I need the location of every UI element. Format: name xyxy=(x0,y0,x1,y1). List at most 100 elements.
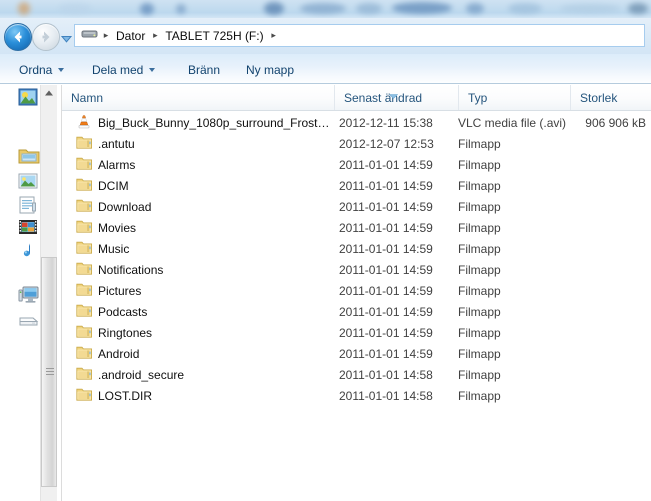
table-row[interactable]: Big_Buck_Bunny_1080p_surround_Frost… 2012… xyxy=(62,112,651,133)
local-disk-icon[interactable] xyxy=(18,313,40,333)
column-header-label: Storlek xyxy=(580,90,618,105)
folder-icon xyxy=(76,366,94,383)
chevron-down-icon xyxy=(60,36,73,43)
music-library-icon[interactable] xyxy=(18,242,40,262)
table-row[interactable]: Music 2011-01-01 14:59 Filmapp xyxy=(62,238,651,259)
scroll-up-arrow-icon[interactable] xyxy=(41,85,57,102)
vlc-media-file-icon xyxy=(76,114,94,131)
table-row[interactable]: LOST.DIR 2011-01-01 14:58 Filmapp xyxy=(62,385,651,406)
file-date-cell: 2011-01-01 14:58 xyxy=(339,367,433,382)
glass-blur-blob xyxy=(176,4,186,14)
table-row[interactable]: Movies 2011-01-01 14:59 Filmapp xyxy=(62,217,651,238)
file-name-cell: .antutu xyxy=(98,136,135,151)
user-picture-icon[interactable] xyxy=(18,88,40,108)
file-date-cell: 2012-12-07 12:53 xyxy=(339,136,434,151)
navigation-pane-scrollbar[interactable] xyxy=(40,85,57,501)
file-type-cell: Filmapp xyxy=(458,157,501,172)
table-row[interactable]: Ringtones 2011-01-01 14:59 Filmapp xyxy=(62,322,651,343)
chevron-down-icon xyxy=(149,67,156,72)
file-type-cell: Filmapp xyxy=(458,304,501,319)
toolbar-button-organize[interactable]: Ordna xyxy=(16,60,67,79)
column-header-label: Typ xyxy=(468,90,488,105)
table-row[interactable]: Notifications 2011-01-01 14:59 Filmapp xyxy=(62,259,651,280)
libraries-folder-icon[interactable] xyxy=(18,146,40,166)
breadcrumb-separator[interactable]: ▸ xyxy=(149,30,161,41)
folder-icon xyxy=(76,387,94,404)
column-header-name[interactable]: Namn xyxy=(62,85,334,110)
folder-icon xyxy=(76,261,94,278)
recent-pages-button[interactable] xyxy=(60,31,73,43)
glass-blur-blob xyxy=(392,2,452,14)
column-header-size[interactable]: Storlek xyxy=(570,85,651,110)
file-name-cell: .android_secure xyxy=(98,367,185,382)
scrollbar-grip-icon xyxy=(46,368,54,376)
file-name-cell: Big_Buck_Bunny_1080p_surround_Frost… xyxy=(98,115,330,130)
file-date-cell: 2011-01-01 14:59 xyxy=(339,346,433,361)
folder-icon xyxy=(76,324,94,341)
computer-icon[interactable] xyxy=(18,285,40,305)
folder-icon xyxy=(76,240,94,257)
file-name-cell: Download xyxy=(98,199,152,214)
file-type-cell: Filmapp xyxy=(458,199,501,214)
toolbar-button-share-with[interactable]: Dela med xyxy=(89,60,158,79)
table-row[interactable]: DCIM 2011-01-01 14:59 Filmapp xyxy=(62,175,651,196)
table-row[interactable]: Podcasts 2011-01-01 14:59 Filmapp xyxy=(62,301,651,322)
videos-library-icon[interactable] xyxy=(18,219,40,239)
toolbar-button-label: Ny mapp xyxy=(246,62,295,77)
column-header-row: Namn Senast ändrad Typ Storlek xyxy=(62,85,651,111)
documents-library-icon[interactable] xyxy=(18,196,40,216)
file-type-cell: Filmapp xyxy=(458,325,501,340)
file-name-cell: LOST.DIR xyxy=(98,388,153,403)
file-size-cell: 906 906 kB xyxy=(585,115,646,130)
file-date-cell: 2011-01-01 14:59 xyxy=(339,178,433,193)
table-row[interactable]: .antutu 2012-12-07 12:53 Filmapp xyxy=(62,133,651,154)
table-row[interactable]: Download 2011-01-01 14:59 Filmapp xyxy=(62,196,651,217)
folder-icon xyxy=(76,303,94,320)
table-row[interactable]: .android_secure 2011-01-01 14:58 Filmapp xyxy=(62,364,651,385)
file-name-cell: Pictures xyxy=(98,283,142,298)
navigation-pane[interactable] xyxy=(0,85,40,501)
file-date-cell: 2011-01-01 14:58 xyxy=(339,388,433,403)
glass-blur-blob xyxy=(560,4,620,13)
back-button[interactable] xyxy=(4,23,32,51)
file-date-cell: 2011-01-01 14:59 xyxy=(339,304,433,319)
folder-icon xyxy=(76,177,94,194)
file-name-cell: Movies xyxy=(98,220,137,235)
pictures-library-icon[interactable] xyxy=(18,173,40,193)
back-arrow-icon xyxy=(14,31,22,43)
window-titlebar-glass xyxy=(0,0,651,18)
table-row[interactable]: Alarms 2011-01-01 14:59 Filmapp xyxy=(62,154,651,175)
breadcrumb-item-computer[interactable]: Dator xyxy=(112,28,149,44)
file-date-cell: 2011-01-01 14:59 xyxy=(339,325,433,340)
toolbar-button-new-folder[interactable]: Ny mapp xyxy=(243,60,297,79)
file-type-cell: Filmapp xyxy=(458,346,501,361)
file-name-cell: DCIM xyxy=(98,178,129,193)
file-name-cell: Alarms xyxy=(98,157,136,172)
table-row[interactable]: Pictures 2011-01-01 14:59 Filmapp xyxy=(62,280,651,301)
toolbar-button-label: Ordna xyxy=(19,62,53,77)
file-date-cell: 2011-01-01 14:59 xyxy=(339,241,433,256)
file-name-cell: Android xyxy=(98,346,140,361)
glass-blur-blob xyxy=(58,3,92,14)
file-date-cell: 2012-12-11 15:38 xyxy=(339,115,433,130)
toolbar-button-burn[interactable]: Bränn xyxy=(185,60,223,79)
column-header-type[interactable]: Typ xyxy=(458,85,570,110)
file-name-cell: Podcasts xyxy=(98,304,148,319)
breadcrumb-item-drive[interactable]: TABLET 725H (F:) xyxy=(161,28,267,44)
file-type-cell: VLC media file (.avi) xyxy=(458,115,567,130)
glass-blur-blob xyxy=(300,3,346,14)
file-type-cell: Filmapp xyxy=(458,262,501,277)
forward-button[interactable] xyxy=(32,23,60,51)
breadcrumb-separator-trailing[interactable]: ▸ xyxy=(268,30,280,41)
file-type-cell: Filmapp xyxy=(458,136,501,151)
file-date-cell: 2011-01-01 14:59 xyxy=(339,199,433,214)
address-bar[interactable]: ▸ Dator ▸ TABLET 725H (F:) ▸ xyxy=(74,24,645,47)
glass-blur-blob xyxy=(356,3,382,14)
file-type-cell: Filmapp xyxy=(458,283,501,298)
file-type-cell: Filmapp xyxy=(458,241,501,256)
table-row[interactable]: Android 2011-01-01 14:59 Filmapp xyxy=(62,343,651,364)
scrollbar-thumb[interactable] xyxy=(41,257,57,487)
file-name-cell: Music xyxy=(98,241,130,256)
file-list[interactable]: Big_Buck_Bunny_1080p_surround_Frost… 2012… xyxy=(62,112,651,501)
file-date-cell: 2011-01-01 14:59 xyxy=(339,283,433,298)
